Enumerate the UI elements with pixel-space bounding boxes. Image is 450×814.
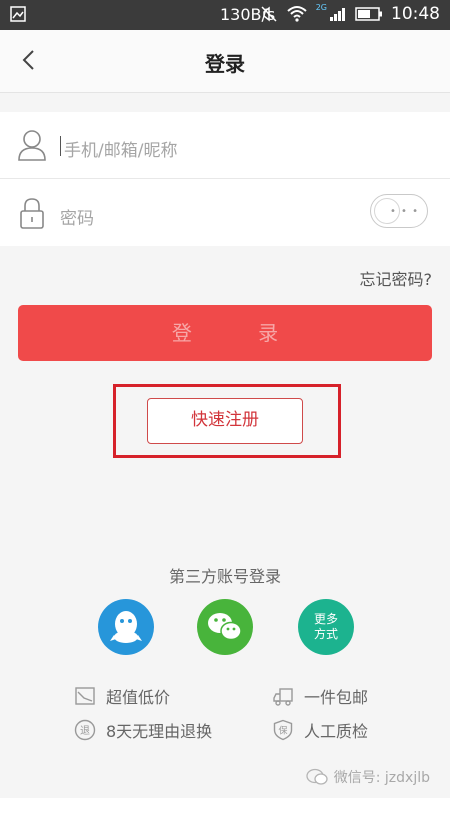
wechat-login-button[interactable] (197, 599, 253, 655)
show-password-toggle[interactable]: • • • (370, 194, 428, 228)
wechat-watermark: 微信号: jzdxjlb (306, 767, 430, 787)
feature-item: 退 8天无理由退换 (74, 718, 212, 742)
signal-icon (330, 8, 345, 21)
account-input-placeholder[interactable]: 手机/邮箱/昵称 (64, 136, 177, 161)
watermark-text: 微信号: jzdxjlb (333, 770, 430, 786)
svg-text:保: 保 (278, 725, 287, 737)
quick-register-button[interactable]: 快速注册 (147, 398, 303, 444)
feature-item: 保 人工质检 (272, 718, 368, 742)
password-input-placeholder[interactable]: 密码 (60, 204, 94, 229)
user-icon (18, 130, 46, 161)
feature-label: 超值低价 (106, 688, 171, 707)
third-party-login-title: 第三方账号登录 (168, 567, 281, 586)
account-field[interactable]: 手机/邮箱/昵称 (0, 112, 450, 179)
image-notification-icon (10, 6, 26, 22)
wechat-icon (208, 613, 242, 641)
svg-text:退: 退 (80, 725, 90, 737)
status-bar: 130B/s 2G 10:48 (0, 0, 450, 30)
more-login-methods-button[interactable]: 更多 方式 (298, 599, 354, 655)
feature-label: 人工质检 (304, 722, 369, 741)
forgot-password-link[interactable]: 忘记密码? (360, 266, 433, 290)
price-tag-icon (75, 687, 95, 705)
more-label-line1: 更多 (313, 612, 338, 626)
feature-label: 一件包邮 (304, 688, 369, 707)
wifi-icon (287, 6, 307, 22)
clock: 10:48 (391, 4, 440, 24)
wechat-watermark-icon (306, 768, 328, 785)
more-label-line2: 方式 (313, 627, 338, 641)
feature-item: 超值低价 (74, 684, 170, 708)
password-field[interactable]: 密码 • • • (0, 180, 450, 246)
status-icons: 2G 10:48 (260, 2, 440, 24)
silent-icon (261, 6, 277, 22)
toggle-dots: • • • (389, 206, 419, 217)
qq-icon (110, 611, 142, 643)
text-cursor (60, 136, 61, 156)
login-form: 手机/邮箱/昵称 密码 • • • (0, 112, 450, 246)
login-button[interactable]: 登 录 (18, 305, 432, 361)
network-type-badge: 2G (315, 2, 327, 12)
quality-shield-icon: 保 (273, 719, 293, 741)
return-icon: 退 (74, 719, 96, 741)
battery-icon (355, 7, 382, 21)
nav-bar: 登录 (0, 30, 450, 93)
lock-icon (20, 198, 44, 229)
feature-item: 一件包邮 (272, 684, 368, 708)
page-title: 登录 (205, 52, 245, 76)
truck-icon (273, 688, 293, 706)
feature-label: 8天无理由退换 (106, 722, 213, 741)
bottom-area (0, 798, 450, 814)
qq-login-button[interactable] (98, 599, 154, 655)
